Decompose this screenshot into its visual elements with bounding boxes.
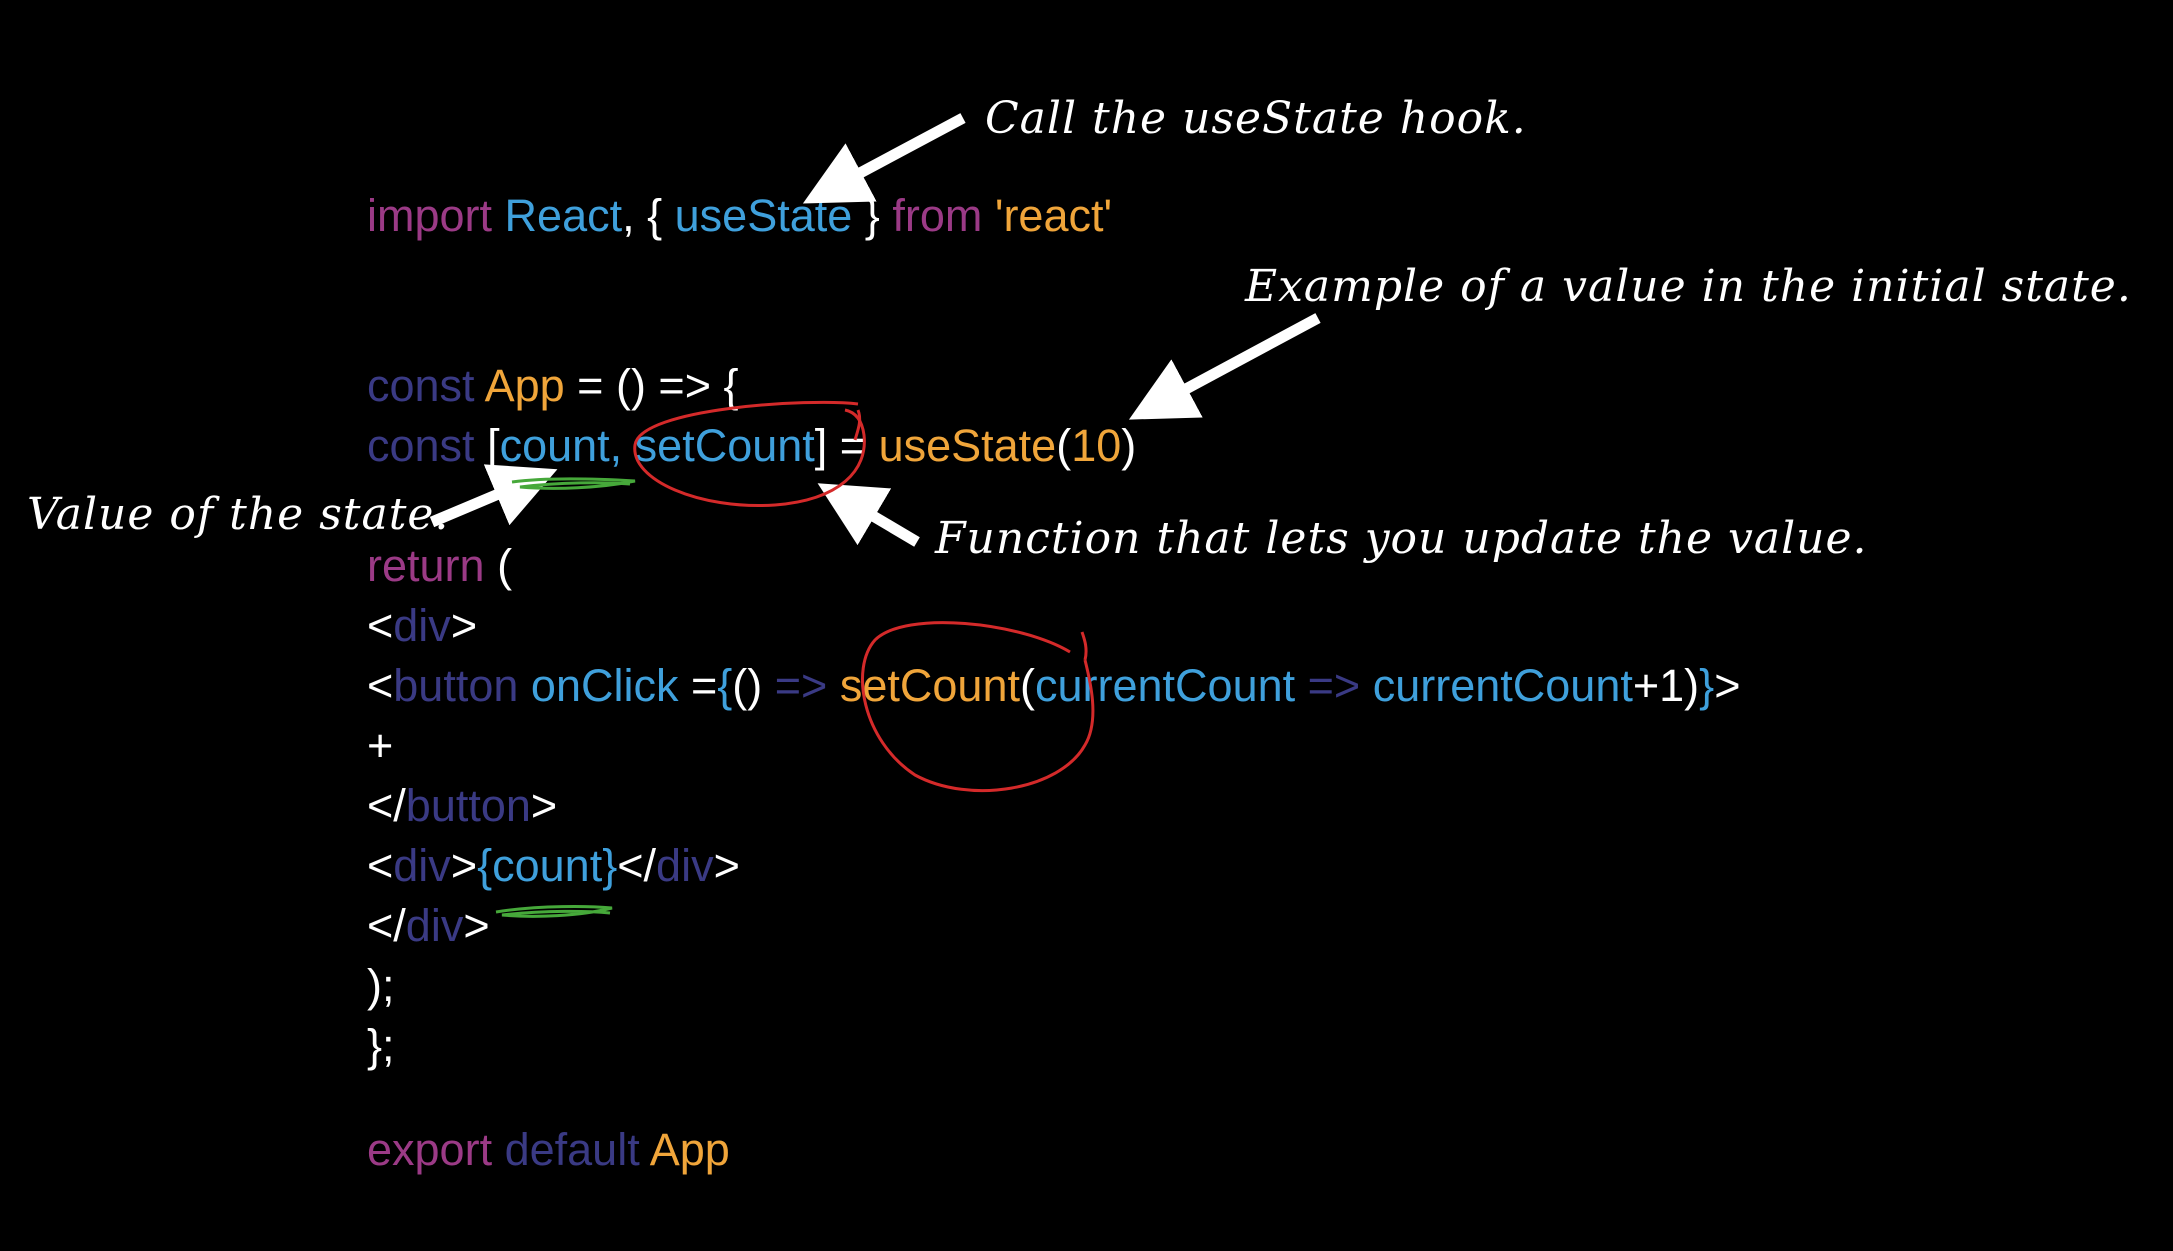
code-token-punctuation: + (367, 720, 394, 771)
arrow-to-usestate-import (802, 113, 966, 204)
code-token-keyword: return (367, 540, 485, 591)
code-token-identifier: } (1699, 660, 1715, 711)
code-token-punctuation (492, 190, 505, 241)
code-line-button-open: <button onClick ={() => setCount(current… (367, 658, 1740, 714)
code-token-identifier: useState (674, 190, 853, 241)
circle-mark-setcount-call-tail (1080, 631, 1088, 661)
code-token-punctuation: </ (367, 780, 406, 831)
code-token-keyword: import (367, 190, 493, 241)
code-token-punctuation (827, 660, 840, 711)
code-token-declaration: => (1307, 660, 1361, 711)
code-token-identifier: onClick (530, 660, 679, 711)
code-token-declaration: div (393, 600, 451, 651)
code-token-punctuation (982, 190, 995, 241)
code-token-declaration: button (405, 780, 531, 831)
code-token-punctuation: > (713, 840, 740, 891)
code-token-keyword: export (367, 1124, 493, 1175)
annotation-call-hook: Call the useState hook. (985, 93, 1527, 144)
code-token-punctuation: = () => { (564, 360, 739, 411)
code-token-declaration: => (774, 660, 828, 711)
code-token-declaration: const (367, 420, 475, 471)
code-line-plus: + (367, 718, 393, 774)
code-token-punctuation: ( (1056, 420, 1072, 471)
code-token-identifier: count, setCount (499, 420, 815, 471)
code-token-punctuation: < (367, 840, 394, 891)
code-token-declaration: button (393, 660, 519, 711)
code-line-button-close: </button> (367, 778, 557, 834)
code-line-return: return ( (367, 538, 512, 594)
code-token-punctuation (1360, 660, 1373, 711)
code-token-punctuation: () (732, 660, 775, 711)
code-line-count-div: <div>{count}</div> (367, 838, 740, 894)
code-token-punctuation: +1) (1632, 660, 1700, 711)
code-token-punctuation (518, 660, 531, 711)
code-token-punctuation (475, 360, 485, 411)
code-token-function-name: App (649, 1124, 730, 1175)
code-token-punctuation: ) (1121, 420, 1137, 471)
code-token-punctuation: > (450, 840, 478, 891)
code-token-function-name: setCount (839, 660, 1020, 711)
diagram-canvas: import React, { useState } from 'react' … (0, 0, 2173, 1251)
code-token-punctuation: > (463, 900, 490, 951)
underline-mark-count (511, 477, 636, 490)
code-token-declaration: div (656, 840, 714, 891)
code-line-div-open: <div> (367, 598, 477, 654)
code-token-punctuation: [ (474, 420, 500, 471)
code-token-punctuation: < (367, 660, 394, 711)
code-token-punctuation: > (1714, 660, 1741, 711)
code-token-declaration: default (504, 1124, 640, 1175)
code-token-declaration: div (405, 900, 464, 951)
annotation-state-value: Value of the state. (27, 489, 450, 540)
code-line-export: export default App (367, 1122, 730, 1178)
code-token-punctuation: ] = (814, 420, 879, 471)
code-token-function-name: 10 (1071, 420, 1122, 471)
code-line-brace-close: }; (367, 1018, 395, 1074)
code-token-punctuation (492, 1124, 505, 1175)
underline-mark-div-close (495, 905, 613, 918)
code-token-punctuation: </ (617, 840, 657, 891)
annotation-initial-value: Example of a value in the initial state. (1245, 261, 2132, 312)
code-token-declaration: div (393, 840, 451, 891)
code-token-punctuation: < (367, 600, 394, 651)
code-token-function-name: useState (878, 420, 1057, 471)
code-token-declaration: const (367, 360, 475, 411)
code-token-identifier: { (717, 660, 733, 711)
code-token-punctuation (640, 1124, 650, 1175)
code-line-const-app: const App = () => { (367, 358, 739, 414)
code-token-punctuation: ( (484, 540, 513, 591)
code-token-identifier: {count} (477, 840, 618, 891)
code-token-punctuation: </ (367, 900, 406, 951)
code-token-identifier: React (504, 190, 623, 241)
code-token-punctuation: ( (1019, 660, 1035, 711)
code-line-paren-close: ); (367, 958, 395, 1014)
code-token-punctuation: ); (367, 960, 395, 1011)
code-token-identifier: currentCount (1034, 660, 1296, 711)
code-token-punctuation (1295, 660, 1308, 711)
code-token-punctuation: > (450, 600, 478, 651)
arrow-to-initial-value (1128, 313, 1321, 420)
code-token-punctuation: } (852, 190, 893, 241)
code-token-punctuation: > (530, 780, 558, 831)
code-token-identifier: currentCount (1372, 660, 1633, 711)
code-token-punctuation: , { (622, 190, 675, 241)
code-line-use-state: const [count, setCount] = useState(10) (367, 418, 1136, 474)
code-token-punctuation: = (678, 660, 718, 711)
code-token-function-name: App (484, 360, 565, 411)
annotation-updater-function: Function that lets you update the value. (935, 513, 1868, 564)
code-token-punctuation: }; (367, 1020, 395, 1071)
code-line-div-close: </div> (367, 898, 490, 954)
code-token-keyword: from (892, 190, 983, 241)
code-token-function-name: 'react' (994, 190, 1113, 241)
code-line-import: import React, { useState } from 'react' (367, 188, 1112, 244)
arrow-to-setcount-declaration (817, 483, 920, 547)
